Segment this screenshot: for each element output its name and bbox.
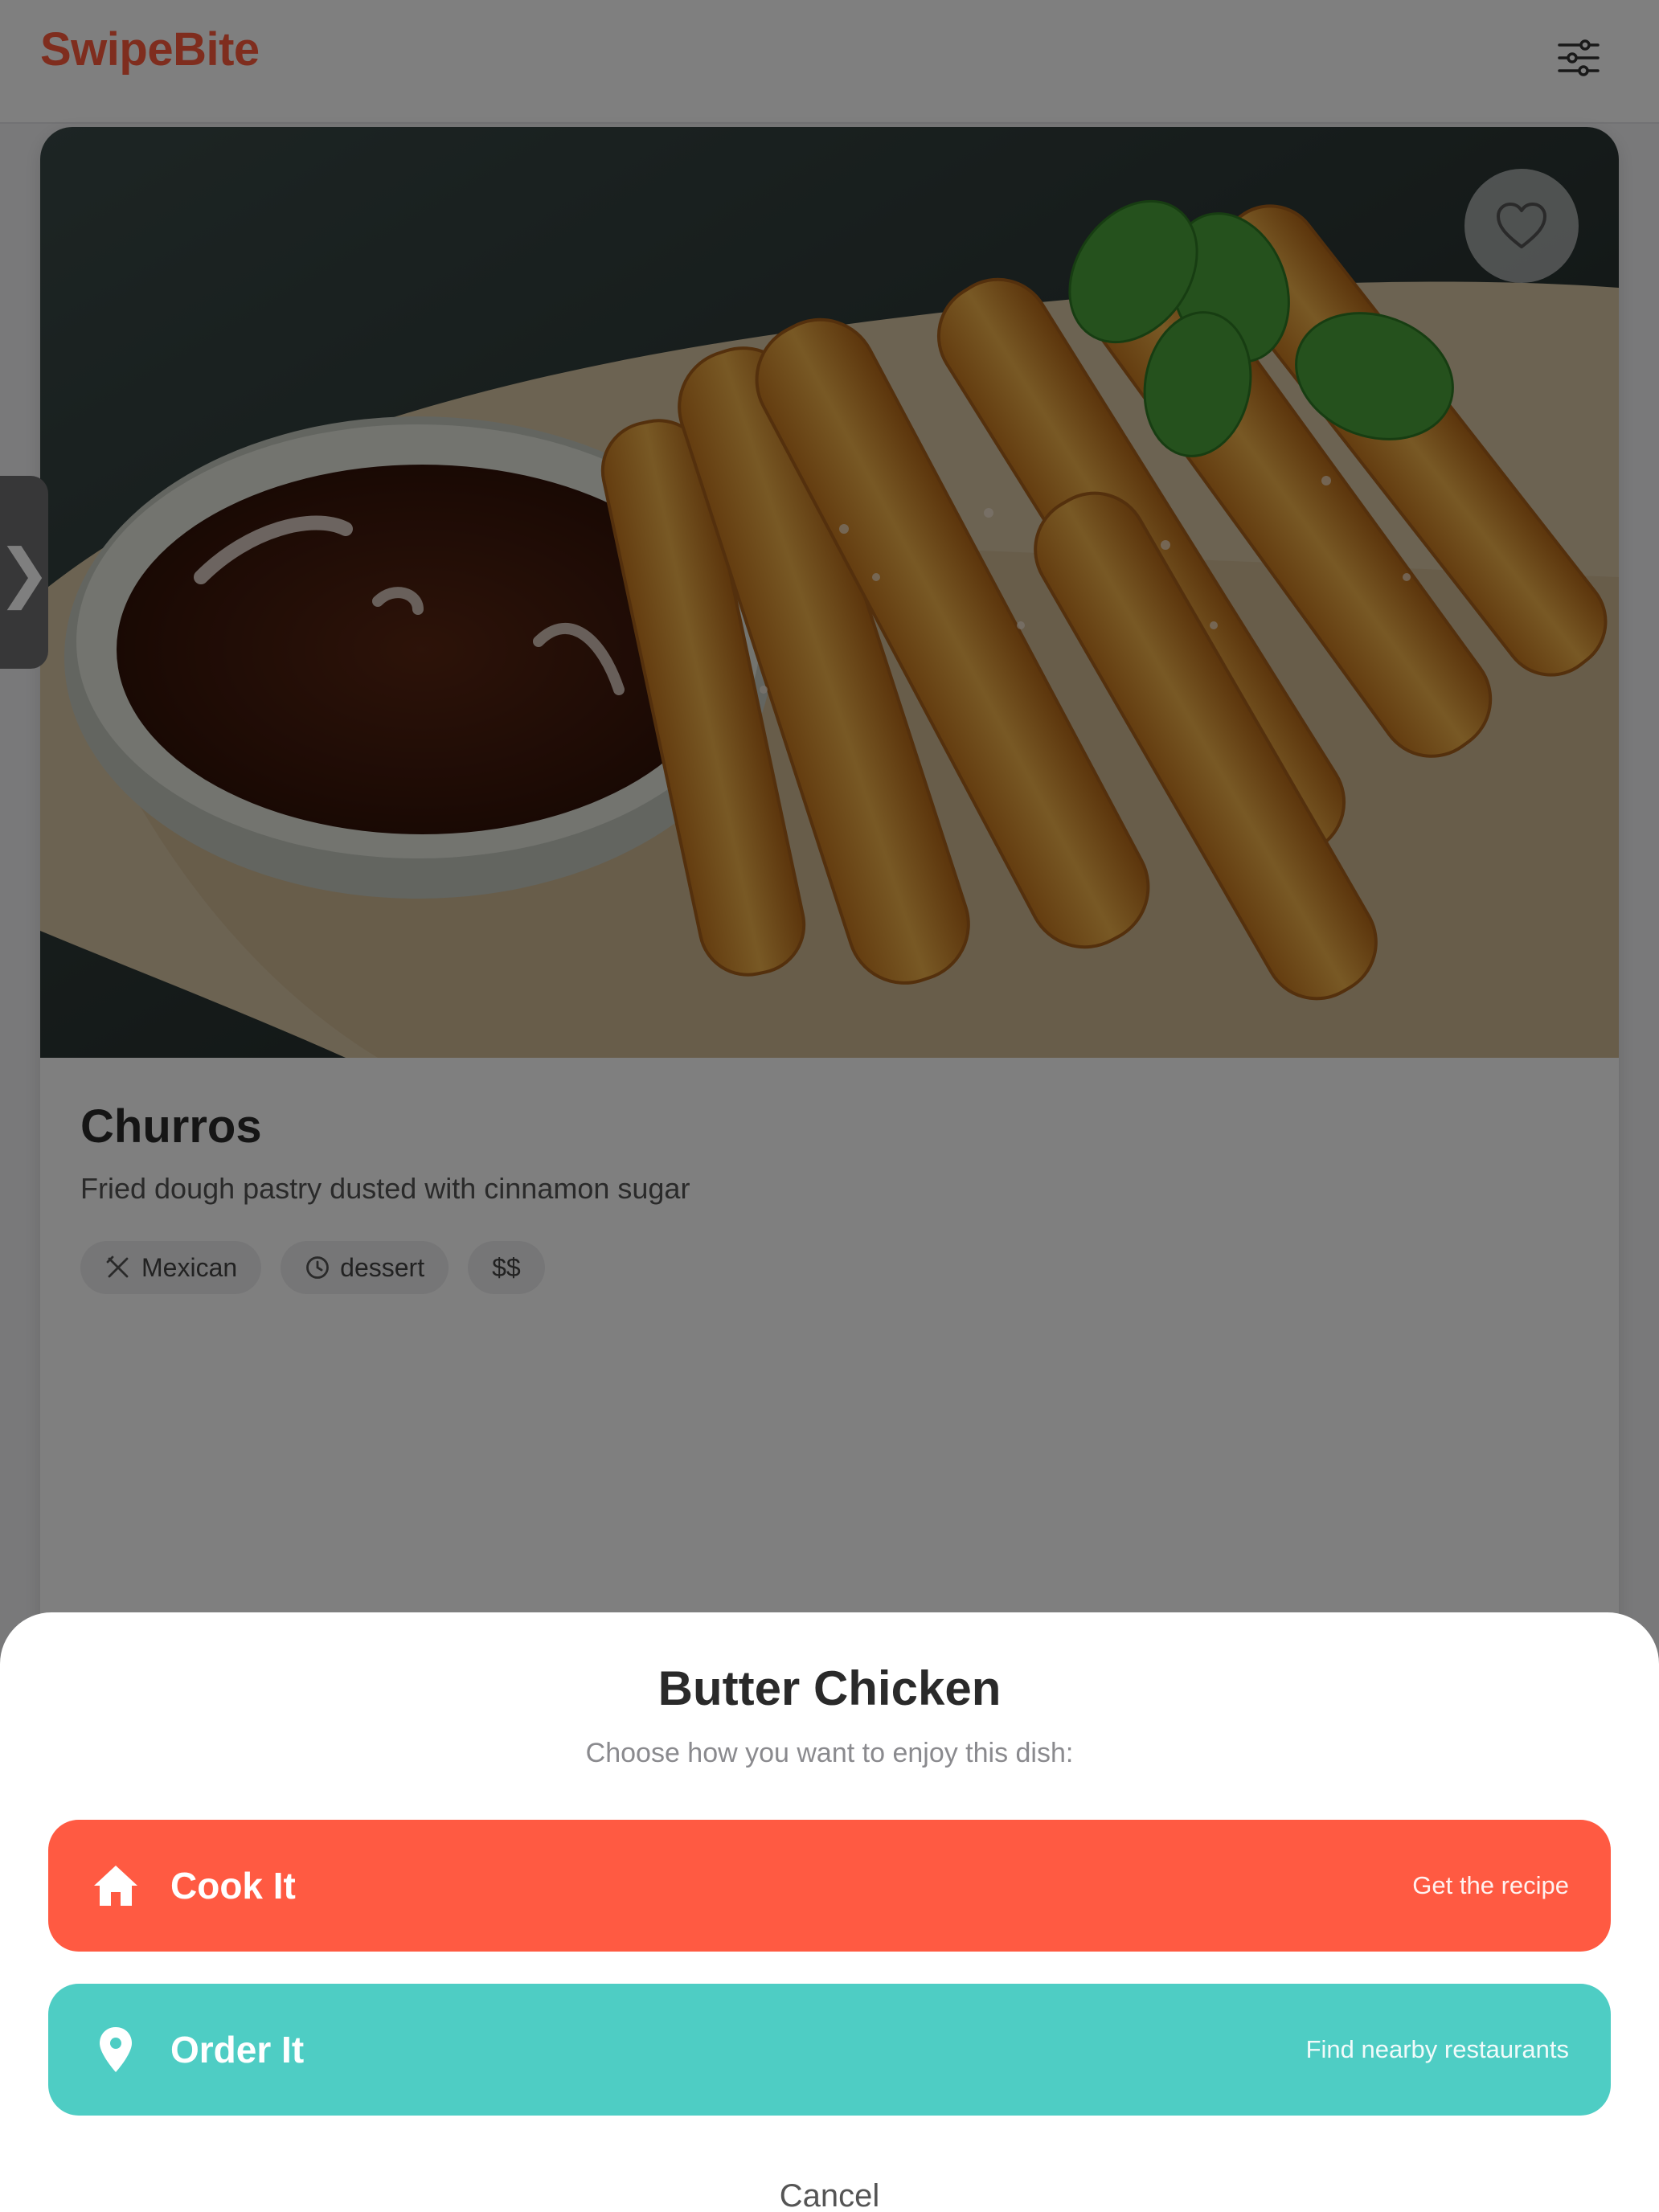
cook-it-button[interactable]: Cook It Get the recipe [48,1820,1611,1952]
home-icon [90,1860,141,1911]
order-it-hint: Find nearby restaurants [1305,2035,1569,2063]
location-pin-icon [90,2024,141,2075]
sheet-title: Butter Chicken [657,1661,1002,1715]
cook-it-hint: Get the recipe [1412,1871,1569,1899]
cancel-button[interactable]: Cancel [0,2178,1659,2212]
order-it-button[interactable]: Order It Find nearby restaurants [48,1984,1611,2116]
choice-sheet: Butter Chicken Choose how you want to en… [0,1612,1659,2212]
cook-it-label: Cook It [170,1865,296,1907]
sheet-subtitle: Choose how you want to enjoy this dish: [585,1738,1074,1768]
order-it-label: Order It [170,2029,305,2071]
